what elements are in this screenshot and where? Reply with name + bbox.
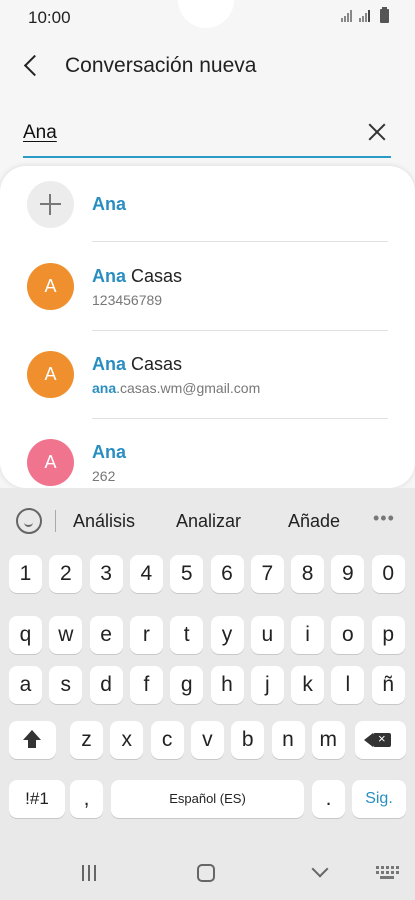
keyboard: Análisis Analizar Añade ••• 1234567890 qw…	[0, 488, 415, 900]
page-title: Conversación nueva	[65, 54, 257, 77]
key-n[interactable]: n	[271, 721, 305, 759]
contact-name: Ana Casas	[92, 266, 183, 286]
suggestion-word[interactable]: Análisis	[73, 511, 135, 532]
key-e[interactable]: e	[89, 616, 123, 654]
more-dots-icon[interactable]: •••	[373, 508, 395, 529]
divider	[55, 510, 56, 532]
suggestion-word[interactable]: Analizar	[176, 511, 241, 532]
avatar: A	[27, 351, 74, 398]
wifi-signal-icon	[341, 10, 355, 22]
key-x[interactable]: x	[110, 721, 144, 759]
space-key[interactable]: Español (ES)	[111, 780, 304, 818]
key-z[interactable]: z	[70, 721, 103, 759]
navigation-bar	[0, 850, 415, 900]
recents-icon[interactable]	[82, 865, 98, 881]
key-a[interactable]: a	[9, 666, 42, 704]
key-o[interactable]: o	[331, 616, 365, 654]
backspace-key[interactable]: ×	[355, 721, 406, 759]
home-icon[interactable]	[197, 864, 215, 882]
backspace-icon: ×	[378, 731, 386, 746]
key-k[interactable]: k	[291, 666, 325, 704]
key-b[interactable]: b	[231, 721, 265, 759]
recipient-search-input[interactable]: Ana	[23, 118, 391, 158]
key-ñ[interactable]: ñ	[371, 666, 405, 704]
key-1[interactable]: 1	[9, 555, 42, 593]
comma-key[interactable]: ,	[70, 780, 103, 818]
shift-key[interactable]	[9, 721, 56, 759]
add-recipient-label: Ana	[92, 194, 127, 214]
contact-row[interactable]: A Ana 262	[0, 418, 415, 488]
key-w[interactable]: w	[49, 616, 83, 654]
contact-detail: 262	[92, 468, 116, 484]
next-key[interactable]: Sig.	[352, 780, 406, 818]
search-input-value[interactable]: Ana	[23, 122, 57, 144]
suggestion-bar: Análisis Analizar Añade •••	[0, 488, 415, 552]
key-l[interactable]: l	[331, 666, 365, 704]
battery-icon	[380, 7, 389, 23]
camera-notch	[178, 0, 234, 28]
key-3[interactable]: 3	[89, 555, 123, 593]
clear-search-icon[interactable]	[365, 120, 389, 144]
key-p[interactable]: p	[371, 616, 405, 654]
add-recipient-item[interactable]: Ana	[0, 166, 415, 242]
key-t[interactable]: t	[170, 616, 204, 654]
key-d[interactable]: d	[89, 666, 123, 704]
contact-name: Ana Casas	[92, 354, 183, 374]
suggestion-word[interactable]: Añade	[288, 511, 340, 532]
status-time: 10:00	[28, 8, 71, 27]
status-bar: 10:00	[0, 0, 415, 36]
key-i[interactable]: i	[291, 616, 325, 654]
key-9[interactable]: 9	[331, 555, 365, 593]
period-key[interactable]: .	[312, 780, 345, 818]
key-c[interactable]: c	[150, 721, 184, 759]
key-s[interactable]: s	[49, 666, 83, 704]
key-2[interactable]: 2	[49, 555, 83, 593]
avatar: A	[27, 439, 74, 486]
key-m[interactable]: m	[311, 721, 345, 759]
key-j[interactable]: j	[250, 666, 284, 704]
contact-name: Ana	[92, 442, 127, 462]
key-h[interactable]: h	[210, 666, 244, 704]
key-q[interactable]: q	[9, 616, 42, 654]
key-6[interactable]: 6	[210, 555, 244, 593]
key-v[interactable]: v	[190, 721, 224, 759]
symbols-key[interactable]: !#1	[9, 780, 65, 818]
contact-row[interactable]: A Ana Casas 123456789	[0, 242, 415, 330]
contact-row[interactable]: A Ana Casas ana.casas.wm@gmail.com	[0, 330, 415, 418]
add-plus-icon	[27, 181, 74, 228]
hide-keyboard-icon[interactable]	[311, 860, 329, 878]
avatar: A	[27, 263, 74, 310]
key-y[interactable]: y	[210, 616, 244, 654]
key-4[interactable]: 4	[129, 555, 163, 593]
contact-detail: 123456789	[92, 292, 163, 308]
emoji-toggle-icon[interactable]	[16, 508, 42, 534]
key-r[interactable]: r	[129, 616, 163, 654]
cell-signal-icon	[359, 10, 373, 22]
contact-suggestions-panel: Ana A Ana Casas 123456789 A Ana Casas an…	[0, 166, 415, 488]
key-g[interactable]: g	[170, 666, 204, 704]
key-5[interactable]: 5	[170, 555, 204, 593]
key-f[interactable]: f	[129, 666, 163, 704]
keyboard-icon[interactable]	[376, 866, 399, 880]
key-7[interactable]: 7	[250, 555, 284, 593]
back-arrow-icon[interactable]	[16, 50, 48, 82]
key-0[interactable]: 0	[371, 555, 405, 593]
key-u[interactable]: u	[250, 616, 284, 654]
key-8[interactable]: 8	[291, 555, 325, 593]
contact-detail: ana.casas.wm@gmail.com	[92, 380, 261, 396]
